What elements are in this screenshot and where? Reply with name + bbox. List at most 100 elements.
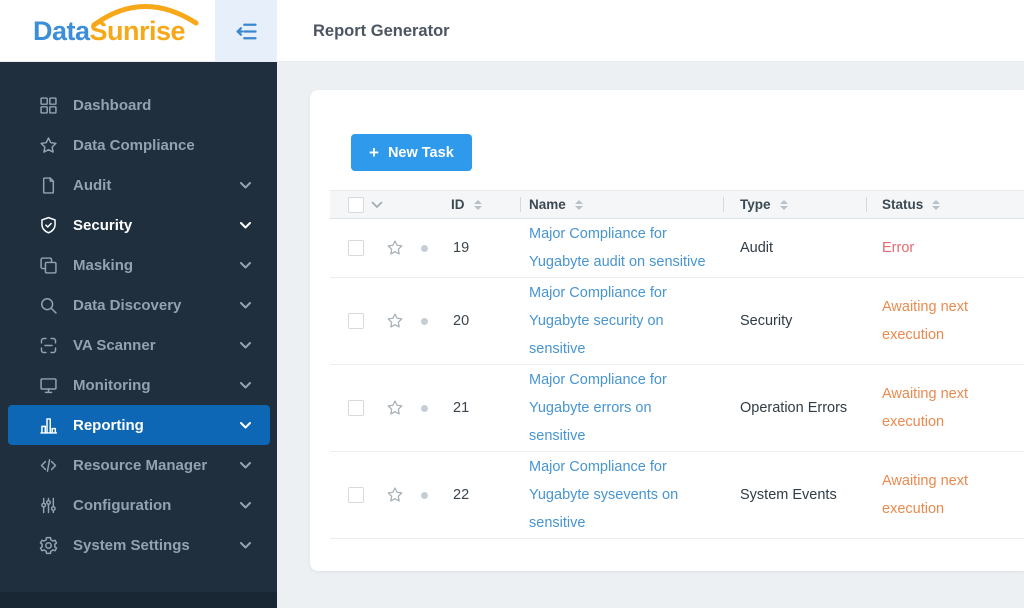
sidebar-item-label: Masking [73,256,134,274]
chevron-down-icon [240,381,251,388]
row-select-cell: 22 [330,485,520,505]
sidebar-item-configuration[interactable]: Configuration [0,485,277,525]
task-name-cell: Major Compliance for Yugabyte errors on … [520,366,723,450]
sort-icon[interactable] [473,199,482,210]
top-bar: Data Sunrise Report Generator [0,0,1024,62]
sidebar-item-resource-manager[interactable]: Resource Manager [0,445,277,485]
status-dot-icon [421,317,428,325]
sidebar-footer-strip [0,592,277,608]
row-select-cell: 19 [330,238,520,258]
sidebar-nav: Dashboard Data Compliance Audit Security… [0,62,277,608]
menu-fold-icon [235,23,257,39]
sort-icon[interactable] [574,199,583,210]
sidebar-collapse-button[interactable] [215,0,277,62]
tasks-table: ID Name Type Status 19 Major Compliance … [330,190,1024,539]
logo-part-sunrise: Sunrise [90,4,199,46]
star-icon [40,136,57,153]
sidebar-item-label: Configuration [73,496,172,514]
task-status: Awaiting next execution [882,386,968,430]
sidebar-item-va-scanner[interactable]: VA Scanner [0,325,277,365]
sidebar-item-monitoring[interactable]: Monitoring [0,365,277,405]
column-header-type[interactable]: Type [723,191,866,218]
sun-arc-icon [91,4,199,28]
sidebar-item-label: Security [73,216,133,234]
favorite-star-icon[interactable] [385,398,405,418]
monitor-icon [40,377,57,393]
status-dot-icon [421,491,428,499]
chevron-down-icon [240,261,251,268]
sidebar-item-label: Data Compliance [73,136,195,154]
sidebar-item-data-compliance[interactable]: Data Compliance [0,125,277,165]
sidebar-item-label: Data Discovery [73,296,182,314]
favorite-star-icon[interactable] [385,311,405,331]
row-checkbox[interactable] [348,487,364,503]
sliders-icon [41,497,56,513]
table-row: 21 Major Compliance for Yugabyte errors … [330,365,1024,452]
sidebar-item-audit[interactable]: Audit [0,165,277,205]
chevron-down-icon [240,341,251,348]
new-task-label: New Task [387,144,454,161]
task-id: 22 [453,487,470,503]
select-menu-chevron-icon[interactable] [371,201,383,209]
sort-icon[interactable] [932,199,941,210]
row-checkbox[interactable] [348,240,364,256]
gear-icon [39,536,58,554]
favorite-star-icon[interactable] [385,238,405,258]
sidebar-item-dashboard[interactable]: Dashboard [0,85,277,125]
select-all-checkbox[interactable] [348,196,364,213]
task-type: Security [740,313,793,329]
task-name-cell: Major Compliance for Yugabyte audit on s… [520,220,723,276]
table-row: 19 Major Compliance for Yugabyte audit o… [330,219,1024,278]
column-header-name[interactable]: Name [520,191,723,218]
sidebar-item-label: Reporting [73,416,144,434]
new-task-button[interactable]: + New Task [351,134,472,171]
favorite-star-icon[interactable] [385,485,405,505]
task-id: 20 [453,313,470,329]
chevron-down-icon [240,421,251,428]
shield-check-icon [41,216,56,234]
sidebar-item-label: VA Scanner [73,336,156,354]
code-icon [40,458,57,472]
task-status: Error [882,240,915,256]
status-dot-icon [421,244,428,252]
sidebar-item-label: Audit [73,176,112,194]
page-title: Report Generator [313,22,450,40]
bar-chart-icon [40,417,58,434]
table-row: 20 Major Compliance for Yugabyte securit… [330,278,1024,365]
task-id: 21 [453,400,470,416]
sidebar-item-label: Dashboard [73,96,152,114]
task-name-cell: Major Compliance for Yugabyte sysevents … [520,453,723,537]
row-checkbox[interactable] [348,313,364,329]
sidebar-item-masking[interactable]: Masking [0,245,277,285]
sidebar-item-data-discovery[interactable]: Data Discovery [0,285,277,325]
logo-part-data: Data [33,16,90,46]
sidebar-item-security[interactable]: Security [0,205,277,245]
task-name-link[interactable]: Major Compliance for Yugabyte errors on … [529,372,667,444]
task-name-cell: Major Compliance for Yugabyte security o… [520,279,723,363]
column-header-status[interactable]: Status [866,191,1024,218]
scanner-frame-icon [40,337,57,353]
dashboard-grid-icon [40,96,57,114]
status-dot-icon [421,404,428,412]
task-name-link[interactable]: Major Compliance for Yugabyte audit on s… [529,226,706,270]
task-status: Awaiting next execution [882,473,968,517]
task-name-link[interactable]: Major Compliance for Yugabyte sysevents … [529,459,678,531]
sidebar-item-system-settings[interactable]: System Settings [0,525,277,565]
task-name-link[interactable]: Major Compliance for Yugabyte security o… [529,285,667,357]
table-header-row: ID Name Type Status [330,190,1024,219]
plus-icon: + [369,143,379,162]
document-icon [42,176,55,194]
sidebar-item-reporting[interactable]: Reporting [8,405,270,445]
task-type: Audit [740,240,774,256]
sort-icon[interactable] [779,199,788,210]
row-checkbox[interactable] [348,400,364,416]
datasunrise-logo[interactable]: Data Sunrise [33,4,199,47]
report-tasks-card: + New Task ID Name Type Status 19 Major … [310,90,1024,571]
sidebar-item-label: Monitoring [73,376,151,394]
sidebar-item-label: Resource Manager [73,456,208,474]
chevron-down-icon [240,221,251,228]
mask-copy-icon [40,256,57,274]
column-header-id[interactable]: ID [451,197,465,212]
chevron-down-icon [240,181,251,188]
task-type: System Events [740,487,837,503]
